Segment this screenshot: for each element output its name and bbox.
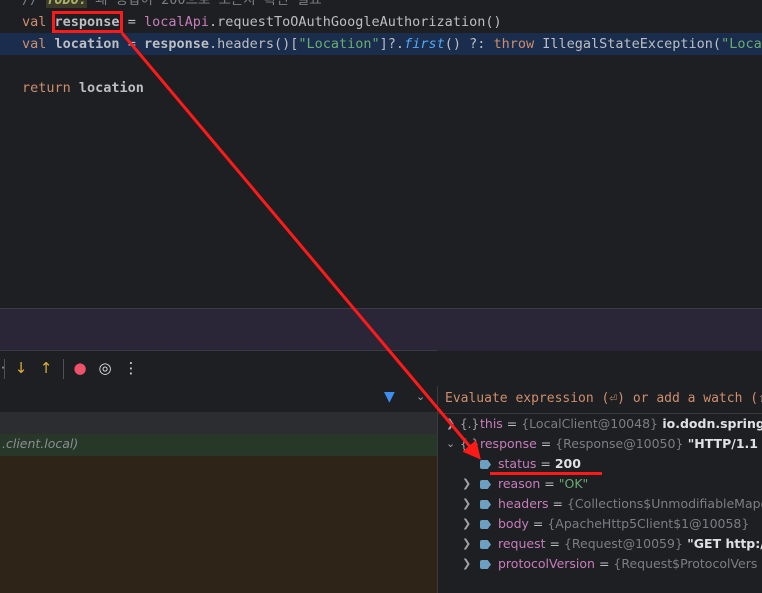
chevron-right-icon[interactable]: ❯	[462, 494, 472, 514]
location-variable[interactable]: location	[55, 36, 120, 52]
code-line-location: val location = response.headers()["Locat…	[0, 33, 762, 55]
safe-call: ]?.	[379, 36, 405, 52]
debug-toolbar: · ↓ ↑ ● ◎ ⋮	[0, 350, 437, 387]
code-editor[interactable]: // TODO: 왜 응답이 200으로 오는지 확인 필요 val respo…	[0, 0, 762, 308]
field-tag-icon	[480, 494, 491, 514]
variable-type: {Request@10059}	[563, 536, 683, 551]
exception-call: IllegalStateException(	[534, 36, 722, 52]
headers-call: .headers()[	[208, 36, 299, 52]
variable-name: headers	[498, 496, 549, 511]
filter-icon[interactable]: ▼	[384, 389, 395, 405]
view-breakpoints-icon[interactable]: ●	[71, 359, 89, 377]
first-call: first	[404, 36, 445, 52]
frames-list	[0, 456, 437, 593]
chevron-right-icon[interactable]: ❯	[462, 554, 472, 574]
variable-value: 200	[554, 456, 581, 471]
variable-value: io.dodn.springboo	[662, 416, 762, 431]
code-line-return: return location	[0, 77, 762, 99]
chevron-right-icon[interactable]: ❯	[462, 514, 472, 534]
chevron-down-icon[interactable]: ⌄	[416, 390, 425, 403]
mute-breakpoints-icon[interactable]: ◎	[96, 359, 114, 377]
variable-name: protocolVersion	[498, 556, 595, 571]
operator: =	[119, 36, 144, 52]
frame-label: .client.local)	[2, 436, 79, 451]
chevron-right-icon[interactable]: ❯	[462, 534, 472, 554]
variable-type: {ApacheHttp5Client$1@10058}	[547, 516, 750, 531]
toolbar-separator	[4, 359, 5, 379]
keyword-throw: throw	[493, 36, 535, 52]
response-ref[interactable]: response	[144, 36, 209, 52]
step-into-icon[interactable]: ↓	[12, 359, 30, 377]
string-literal: "Location"	[298, 36, 380, 52]
keyword-val: val	[22, 36, 47, 52]
variable-name: response	[480, 436, 537, 451]
comment-text: 왜 응답이 200으로 오는지 확인 필요	[87, 0, 322, 8]
variable-value: "OK"	[558, 476, 589, 491]
variable-type: {LocalClient@10048}	[521, 416, 658, 431]
variable-name: status	[498, 456, 537, 471]
toolbar-separator	[63, 359, 64, 379]
variable-value: "GET http://lo	[687, 536, 762, 551]
variables-panel: Evaluate expression (⏎) or add a watch (…	[438, 386, 762, 593]
variable-name: this	[480, 416, 503, 431]
more-options-icon[interactable]: ⋮	[122, 359, 140, 377]
variable-type: {Collections$UnmodifiableMap@	[566, 496, 762, 511]
variable-name: reason	[498, 476, 541, 491]
field-tag-icon	[480, 514, 491, 534]
code-line-response: val response = localApi.requestToOAuthGo…	[0, 11, 762, 33]
keyword-return: return	[22, 80, 71, 96]
chevron-down-icon[interactable]: ⌄	[446, 434, 456, 454]
chevron-right-icon[interactable]: ❯	[462, 474, 472, 494]
variable-name: request	[498, 536, 546, 551]
keyword-val: val	[22, 14, 47, 30]
object-icon: {.}	[460, 437, 480, 451]
code-line-comment: // TODO: 왜 응답이 200으로 오는지 확인 필요	[0, 0, 762, 11]
frame-row-selected[interactable]	[0, 412, 437, 434]
variable-name: body	[498, 516, 529, 531]
variable-type: {Response@10050}	[555, 436, 684, 451]
string-literal-2: "Location	[721, 36, 762, 52]
todo-marker: TODO:	[46, 0, 88, 8]
location-ref[interactable]: location	[71, 80, 144, 96]
method-call: .requestToOAuthGoogleAuthorization()	[208, 14, 502, 30]
status-underline-annotation	[490, 472, 602, 475]
field-tag-icon	[480, 474, 491, 494]
operator: =	[119, 14, 144, 30]
step-over-icon[interactable]: ·	[0, 359, 12, 377]
variable-type: {Request$ProtocolVers	[613, 556, 758, 571]
field-tag-icon	[480, 534, 491, 554]
frames-header: ▼ ⌄	[0, 386, 437, 413]
elvis: () ?:	[444, 36, 494, 52]
evaluate-expression-input[interactable]: Evaluate expression (⏎) or add a watch (…	[445, 391, 762, 406]
field-tag-icon	[480, 454, 491, 474]
local-api-ref[interactable]: localApi	[144, 14, 209, 30]
chevron-right-icon[interactable]: ❯	[446, 414, 456, 434]
variable-value: "HTTP/1.1 20	[687, 436, 762, 451]
field-tag-icon	[480, 554, 491, 574]
step-out-icon[interactable]: ↑	[37, 359, 55, 377]
object-icon: {.}	[460, 417, 480, 431]
editor-bottom-strip	[0, 308, 762, 351]
response-variable[interactable]: response	[51, 11, 123, 33]
frame-row[interactable]: .client.local)	[0, 434, 437, 456]
